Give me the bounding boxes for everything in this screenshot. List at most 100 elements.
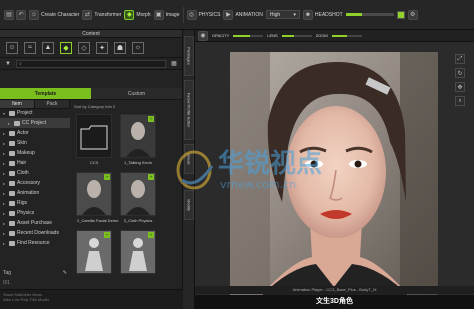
tab-pack[interactable]: Pack xyxy=(35,100,70,108)
vtab-packages[interactable]: Packages xyxy=(184,36,194,76)
toolbar-separator xyxy=(182,6,184,23)
headshot-group[interactable]: ☻ HEADSHOT xyxy=(302,9,343,20)
rotate-view-icon[interactable]: ↻ xyxy=(455,68,465,78)
tree-item[interactable]: ▸ Asset Purchase xyxy=(0,218,70,228)
thumbnail-item[interactable]: +1_Talking Kevin xyxy=(120,114,156,165)
chevron-right-icon[interactable]: ▸ xyxy=(3,241,7,246)
morph-group[interactable]: ◆ Morph xyxy=(124,9,151,20)
opacity-slider-fill xyxy=(233,34,250,37)
tree-item-label: Accessory xyxy=(17,180,41,186)
3d-viewport[interactable]: ◉ OPACITY LENS ZOOM ⤢ ↻ ✥ ⌕ Animation Pl… xyxy=(195,30,474,309)
accessory-icon[interactable]: ◇ xyxy=(78,41,90,54)
tree-item[interactable]: ▸ Actor xyxy=(0,128,70,138)
chevron-right-icon[interactable]: ▸ xyxy=(3,211,7,216)
thumbnail-item[interactable]: + xyxy=(120,230,156,274)
thumbnail-item[interactable]: +3_Cloth Physics xyxy=(120,172,156,223)
folder-icon xyxy=(9,160,15,166)
color-swatch[interactable] xyxy=(396,10,405,19)
grid-view-icon[interactable]: ▦ xyxy=(170,60,178,68)
folder-icon xyxy=(9,230,15,236)
download-badge-icon: + xyxy=(104,174,110,180)
thumbnail-item[interactable]: + xyxy=(76,230,112,274)
tree-item-label: CC Project xyxy=(22,120,47,126)
chevron-right-icon[interactable]: ▸ xyxy=(3,151,7,156)
tree-item[interactable]: ▸ Recent Downloads xyxy=(0,228,70,238)
app-icon[interactable]: ▤ xyxy=(4,9,14,20)
quality-dropdown[interactable]: High ▾ xyxy=(265,10,300,19)
camera-icon[interactable]: ◉ xyxy=(198,30,208,41)
settings-icon[interactable]: ⚙ xyxy=(407,9,418,20)
tree-item[interactable]: ▸ CC Project xyxy=(0,118,70,128)
thumbnail-label: 1_Talking Kevin xyxy=(123,160,153,165)
headshot-icon: ☻ xyxy=(302,9,313,20)
zoom-slider[interactable] xyxy=(331,34,362,37)
folder-icon xyxy=(9,210,15,216)
chevron-right-icon[interactable]: ▸ xyxy=(3,221,7,226)
vertical-tab-strip: Packages Facial Profile Editor Visual Mo… xyxy=(183,30,195,309)
chevron-right-icon[interactable]: ▸ xyxy=(3,201,7,206)
cloth-icon[interactable]: ▲ xyxy=(42,41,54,54)
chevron-right-icon[interactable]: ▸ xyxy=(3,191,7,196)
opacity-slider[interactable] xyxy=(233,34,264,37)
chevron-right-icon[interactable]: ▸ xyxy=(3,231,7,236)
chevron-right-icon[interactable]: ▸ xyxy=(8,121,12,126)
transformer-label: Transformer xyxy=(94,11,122,18)
fit-view-icon[interactable]: ⤢ xyxy=(455,54,465,64)
undo-icon[interactable]: ↶ xyxy=(16,9,26,20)
vtab-visual-label: Visual xyxy=(186,153,192,165)
download-badge-icon: + xyxy=(148,116,154,122)
tree-item[interactable]: ▸ Physics xyxy=(0,208,70,218)
animation-category-icon[interactable]: ✦ xyxy=(96,41,108,54)
tree-item[interactable]: ▸ Makeup xyxy=(0,148,70,158)
chevron-right-icon[interactable]: ▸ xyxy=(3,161,7,166)
tree-item[interactable]: ▸ Skin xyxy=(0,138,70,148)
content-type-icons: ☺ ≈ ▲ ◆ ◇ ✦ ☗ ☼ xyxy=(0,38,182,58)
vtab-modify[interactable]: Modify xyxy=(184,190,194,220)
filter-icon[interactable]: ▼ xyxy=(4,60,12,68)
tree-item[interactable]: ▸ Accessory xyxy=(0,178,70,188)
hair-icon[interactable]: ≈ xyxy=(24,41,36,54)
create-character-label: Create Character xyxy=(41,11,80,18)
tree-item[interactable]: ▸ Hair xyxy=(0,158,70,168)
tree-item[interactable]: ▸ Animation xyxy=(0,188,70,198)
folder-icon xyxy=(9,240,15,246)
thumbnail-item[interactable]: CC3 xyxy=(76,114,112,165)
pose-icon[interactable]: ☗ xyxy=(114,41,126,54)
tab-template[interactable]: Template xyxy=(0,88,91,99)
tag-label: Tag xyxy=(3,270,12,276)
pan-view-icon[interactable]: ✥ xyxy=(455,82,465,92)
create-character-group[interactable]: ☺ Create Character xyxy=(29,9,80,20)
chevron-right-icon[interactable]: ▸ xyxy=(3,181,7,186)
light-icon[interactable]: ☼ xyxy=(132,41,144,54)
status-line-2: Nike Low Poly Title Model xyxy=(3,297,49,302)
actor-icon[interactable]: ☺ xyxy=(6,41,18,54)
chevron-down-icon[interactable]: ▾ xyxy=(3,111,7,116)
tree-item[interactable]: ▸ Cloth xyxy=(0,168,70,178)
download-badge-icon: + xyxy=(104,232,110,238)
content-search-row: ▼ ⌕ ▦ xyxy=(0,58,182,70)
chevron-right-icon[interactable]: ▸ xyxy=(3,131,7,136)
tree-item-label: Physics xyxy=(17,210,35,216)
chevron-right-icon[interactable]: ▸ xyxy=(3,171,7,176)
lens-slider[interactable] xyxy=(281,34,312,37)
physics-group[interactable]: ◎ PHYSICS xyxy=(186,9,220,20)
chevron-right-icon[interactable]: ▸ xyxy=(3,141,7,146)
toolbar-slider[interactable] xyxy=(345,13,394,16)
content-search-input[interactable]: ⌕ xyxy=(16,59,166,68)
vtab-facial-profile[interactable]: Facial Profile Editor xyxy=(184,80,194,140)
tab-item[interactable]: Item xyxy=(0,100,35,108)
tree-item[interactable]: ▾ Project xyxy=(0,108,70,118)
zoom-view-icon[interactable]: ⌕ xyxy=(455,96,465,106)
tab-custom[interactable]: Custom xyxy=(91,88,182,99)
tree-item[interactable]: ▸ Find Resource xyxy=(0,238,70,248)
thumbnail-label: 3_Cloth Physics xyxy=(123,218,153,223)
thumbnail-item[interactable]: +2_Camilla Facial Demo xyxy=(76,172,118,223)
morph-category-icon[interactable]: ◆ xyxy=(60,41,72,54)
grid-sort-bar[interactable]: Sort by Category Info Z xyxy=(72,102,178,110)
tag-edit-icon[interactable]: ✎ xyxy=(63,270,67,276)
vtab-visual[interactable]: Visual xyxy=(184,144,194,174)
transformer-group[interactable]: ⇄ Transformer xyxy=(82,9,122,20)
animation-group[interactable]: ▶ ANIMATION xyxy=(223,9,263,20)
image-group[interactable]: ▣ Image xyxy=(153,9,180,20)
tree-item[interactable]: ▸ Rigs xyxy=(0,198,70,208)
